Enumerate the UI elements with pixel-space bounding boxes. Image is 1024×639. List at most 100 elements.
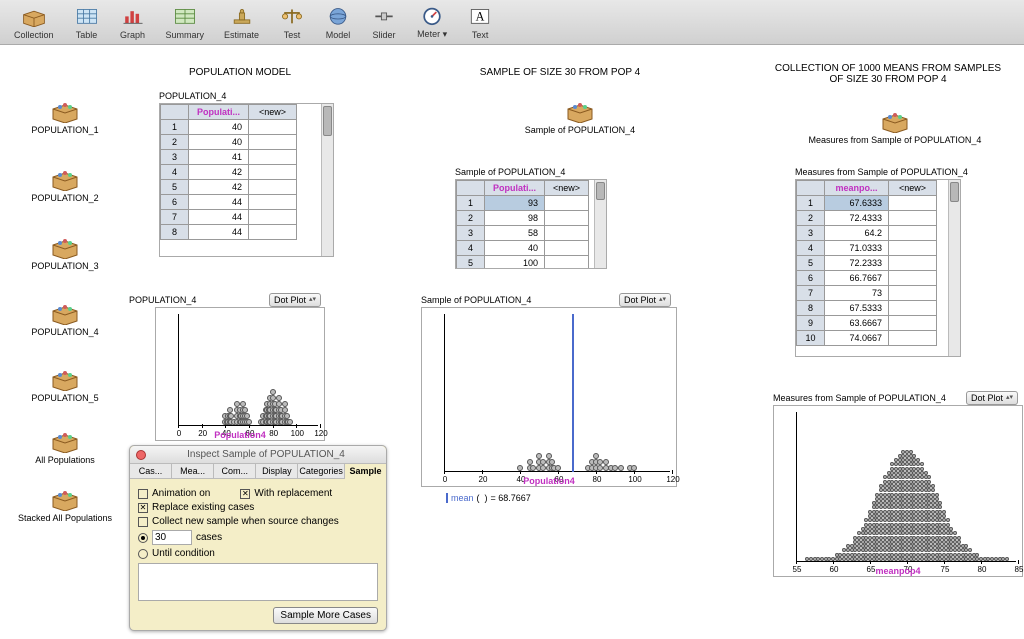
data-point[interactable] bbox=[540, 459, 546, 465]
data-point[interactable] bbox=[946, 518, 950, 522]
data-point[interactable] bbox=[938, 501, 942, 505]
cell-value[interactable]: 64.2 bbox=[825, 226, 889, 241]
radio-until[interactable] bbox=[138, 549, 148, 559]
table-row[interactable]: 358 bbox=[457, 226, 589, 241]
table-row[interactable]: 140 bbox=[161, 120, 297, 135]
pop-dotplot[interactable]: 020406080100120 Population4 bbox=[155, 307, 325, 441]
data-point[interactable] bbox=[517, 465, 523, 471]
data-point[interactable] bbox=[927, 475, 931, 479]
data-point[interactable] bbox=[909, 450, 913, 454]
data-point[interactable] bbox=[946, 523, 950, 527]
inspector-tab-display[interactable]: Display bbox=[256, 464, 298, 478]
inspector-tab-mea[interactable]: Mea... bbox=[172, 464, 214, 478]
table-row[interactable]: 272.4333 bbox=[797, 211, 937, 226]
table-row[interactable]: 867.5333 bbox=[797, 301, 937, 316]
table-row[interactable]: 193 bbox=[457, 196, 589, 211]
inspector-titlebar[interactable]: Inspect Sample of POPULATION_4 bbox=[130, 446, 386, 464]
collection-stacked-all-populations[interactable]: Stacked All Populations bbox=[5, 485, 125, 523]
sample-newcol[interactable]: <new> bbox=[545, 181, 589, 196]
tool-test[interactable]: Test bbox=[269, 3, 315, 42]
cell-value[interactable]: 44 bbox=[189, 225, 249, 240]
tool-estimate[interactable]: Estimate bbox=[214, 3, 269, 42]
checkbox-collect-new[interactable] bbox=[138, 517, 148, 527]
data-point[interactable] bbox=[957, 536, 961, 540]
tool-table[interactable]: Table bbox=[64, 3, 110, 42]
checkbox-animation[interactable] bbox=[138, 489, 148, 499]
table-row[interactable]: 442 bbox=[161, 165, 297, 180]
data-point[interactable] bbox=[1005, 557, 1009, 561]
data-point[interactable] bbox=[597, 465, 603, 471]
n-cases-input[interactable] bbox=[152, 530, 192, 545]
close-icon[interactable] bbox=[136, 450, 146, 460]
table-row[interactable]: 240 bbox=[161, 135, 297, 150]
tool-graph[interactable]: Graph bbox=[110, 3, 156, 42]
sample-col[interactable]: Populati... bbox=[485, 181, 545, 196]
table-row[interactable]: 1074.0667 bbox=[797, 331, 937, 346]
inspector-tab-categories[interactable]: Categories bbox=[298, 464, 345, 478]
pop-table-panel[interactable]: Populati...<new> 14024034144254264474484… bbox=[159, 103, 334, 257]
data-point[interactable] bbox=[942, 510, 946, 514]
inspector-tab-sample[interactable]: Sample bbox=[345, 464, 386, 479]
data-point[interactable] bbox=[912, 454, 916, 458]
data-point[interactable] bbox=[282, 401, 288, 407]
cell-value[interactable]: 44 bbox=[189, 210, 249, 225]
cell-value[interactable]: 93 bbox=[485, 196, 545, 211]
table-row[interactable]: 5100 bbox=[457, 256, 589, 270]
cell-value[interactable]: 40 bbox=[485, 241, 545, 256]
cell-value[interactable]: 41 bbox=[189, 150, 249, 165]
cell-value[interactable]: 67.6333 bbox=[825, 196, 889, 211]
tool-collection[interactable]: Collection bbox=[4, 3, 64, 42]
collection-all-populations[interactable]: All Populations bbox=[5, 427, 125, 465]
pop-col[interactable]: Populati... bbox=[189, 105, 249, 120]
table-row[interactable]: 963.6667 bbox=[797, 316, 937, 331]
tool-summary[interactable]: Summary bbox=[156, 3, 215, 42]
cell-value[interactable]: 42 bbox=[189, 165, 249, 180]
data-point[interactable] bbox=[618, 465, 624, 471]
tool-meter[interactable]: Meter ▾ bbox=[407, 2, 457, 42]
data-point[interactable] bbox=[540, 465, 546, 471]
cell-value[interactable]: 44 bbox=[189, 195, 249, 210]
data-point[interactable] bbox=[931, 484, 935, 488]
means-plot-type-selector[interactable]: Dot Plot▴▾ bbox=[966, 391, 1018, 405]
scrollbar[interactable] bbox=[948, 180, 960, 356]
table-row[interactable]: 471.0333 bbox=[797, 241, 937, 256]
inspector-panel[interactable]: Inspect Sample of POPULATION_4 Cas...Mea… bbox=[129, 445, 387, 631]
cell-value[interactable]: 67.5333 bbox=[825, 301, 889, 316]
data-point[interactable] bbox=[593, 453, 599, 459]
table-row[interactable]: 298 bbox=[457, 211, 589, 226]
data-point[interactable] bbox=[942, 514, 946, 518]
data-point[interactable] bbox=[949, 527, 953, 531]
measures-collection-icon[interactable]: Measures from Sample of POPULATION_4 bbox=[790, 107, 1000, 145]
inspector-tab-cas[interactable]: Cas... bbox=[130, 464, 172, 478]
tool-model[interactable]: Model bbox=[315, 3, 361, 42]
radio-n-cases[interactable] bbox=[138, 533, 148, 543]
cell-value[interactable]: 40 bbox=[189, 120, 249, 135]
table-row[interactable]: 844 bbox=[161, 225, 297, 240]
table-row[interactable]: 167.6333 bbox=[797, 196, 937, 211]
sample-collection-icon[interactable]: Sample of POPULATION_4 bbox=[500, 97, 660, 135]
table-row[interactable]: 773 bbox=[797, 286, 937, 301]
sample-table-panel[interactable]: Populati...<new> 1932983584405100 bbox=[455, 179, 607, 269]
scrollbar[interactable] bbox=[594, 180, 606, 268]
collection-population-2[interactable]: POPULATION_2 bbox=[5, 165, 125, 203]
data-point[interactable] bbox=[935, 493, 939, 497]
tool-slider[interactable]: Slider bbox=[361, 3, 407, 42]
measures-col[interactable]: meanpo... bbox=[825, 181, 889, 196]
cell-value[interactable]: 100 bbox=[485, 256, 545, 270]
measures-table-panel[interactable]: meanpo...<new> 167.6333272.4333364.2471.… bbox=[795, 179, 961, 357]
cell-value[interactable]: 71.0333 bbox=[825, 241, 889, 256]
cell-value[interactable]: 42 bbox=[189, 180, 249, 195]
collection-population-3[interactable]: POPULATION_3 bbox=[5, 233, 125, 271]
table-row[interactable]: 572.2333 bbox=[797, 256, 937, 271]
table-row[interactable]: 744 bbox=[161, 210, 297, 225]
checkbox-replace-existing[interactable]: ✕ bbox=[138, 503, 148, 513]
cell-value[interactable]: 40 bbox=[189, 135, 249, 150]
data-point[interactable] bbox=[931, 488, 935, 492]
measures-newcol[interactable]: <new> bbox=[889, 181, 937, 196]
inspector-tab-com[interactable]: Com... bbox=[214, 464, 256, 478]
table-row[interactable]: 440 bbox=[457, 241, 589, 256]
table-row[interactable]: 644 bbox=[161, 195, 297, 210]
data-point[interactable] bbox=[964, 544, 968, 548]
cell-value[interactable]: 72.4333 bbox=[825, 211, 889, 226]
data-point[interactable] bbox=[975, 553, 979, 557]
